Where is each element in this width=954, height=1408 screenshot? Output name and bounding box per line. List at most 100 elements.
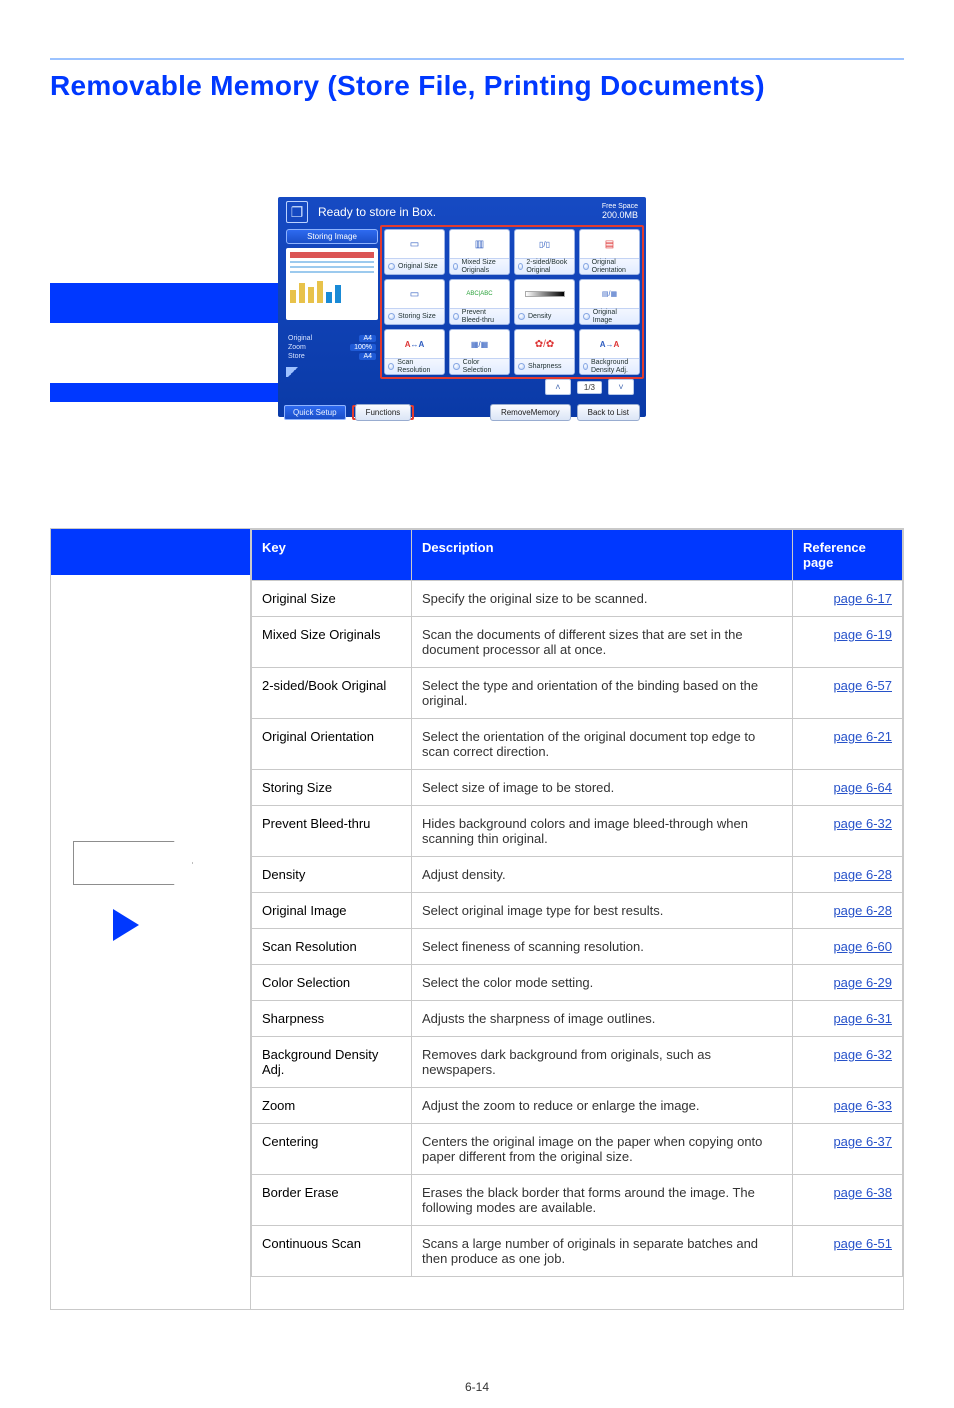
cell-page: page 6-60 [793,929,903,965]
tile-storing-size[interactable]: ▭Storing Size [384,279,445,325]
page-corner-icon [286,367,300,377]
usb-shape-icon [73,841,193,885]
cell-page: page 6-17 [793,581,903,617]
tile-mixed-size[interactable]: ▥Mixed Size Originals [449,229,510,275]
page-number: 6-14 [0,1380,954,1394]
cell-key: Original Size [252,581,412,617]
table-row: 2-sided/Book OriginalSelect the type and… [252,668,903,719]
cell-desc: Adjusts the sharpness of image outlines. [412,1001,793,1037]
cell-key: Zoom [252,1088,412,1124]
cell-key: Border Erase [252,1175,412,1226]
table-row: SharpnessAdjusts the sharpness of image … [252,1001,903,1037]
back-to-list-button[interactable]: Back to List [577,404,640,421]
arrow-right-icon [113,909,139,941]
th-desc: Description [412,530,793,581]
page-indicator: 1/3 [577,381,602,394]
tile-original-image[interactable]: ▤/▦Original Image [579,279,640,325]
cell-desc: Specify the original size to be scanned. [412,581,793,617]
tile-2sided-book[interactable]: ▯/▯2-sided/Book Original [514,229,575,275]
cell-page: page 6-28 [793,893,903,929]
callout-rectangle-top [50,283,278,323]
page-link[interactable]: page 6-57 [833,678,892,693]
cell-page: page 6-21 [793,719,903,770]
cell-page: page 6-19 [793,617,903,668]
tile-sharpness[interactable]: ✿/✿Sharpness [514,329,575,375]
cell-page: page 6-29 [793,965,903,1001]
cell-page: page 6-32 [793,806,903,857]
page-link[interactable]: page 6-60 [833,939,892,954]
storing-image-tab[interactable]: Storing Image [286,229,378,244]
cell-page: page 6-33 [793,1088,903,1124]
tile-density[interactable]: Density [514,279,575,325]
tile-orientation[interactable]: ▤Original Orientation [579,229,640,275]
tile-color-sel[interactable]: ▦/▦Color Selection [449,329,510,375]
tile-prevent-bleed[interactable]: ABC|ABCPrevent Bleed-thru [449,279,510,325]
cell-key: Original Orientation [252,719,412,770]
cell-key: Centering [252,1124,412,1175]
cell-key: Color Selection [252,965,412,1001]
page-up-button[interactable]: ˄ [545,379,571,395]
page-down-button[interactable]: ˅ [608,379,634,395]
panel-title: Ready to store in Box. [318,205,436,219]
cell-key: Scan Resolution [252,929,412,965]
page-link[interactable]: page 6-32 [833,816,892,831]
functions-button[interactable]: Functions [355,404,412,421]
cell-desc: Removes dark background from originals, … [412,1037,793,1088]
free-space-value: 200.0MB [602,210,638,220]
cell-page: page 6-38 [793,1175,903,1226]
table-row: DensityAdjust density. page 6-28 [252,857,903,893]
page-link[interactable]: page 6-19 [833,627,892,642]
tile-bg-density[interactable]: A→ABackground Density Adj. [579,329,640,375]
page-link[interactable]: page 6-37 [833,1134,892,1149]
cell-desc: Centers the original image on the paper … [412,1124,793,1175]
page-link[interactable]: page 6-21 [833,729,892,744]
page-link[interactable]: page 6-51 [833,1236,892,1251]
cell-desc: Select size of image to be stored. [412,770,793,806]
page-link[interactable]: page 6-32 [833,1047,892,1062]
page-link[interactable]: page 6-64 [833,780,892,795]
table-row: Prevent Bleed-thruHides background color… [252,806,903,857]
left-column [50,528,250,1310]
device-panel: ❐ Ready to store in Box. Free Space 200.… [278,197,646,417]
page-link[interactable]: page 6-28 [833,867,892,882]
cell-key: Storing Size [252,770,412,806]
remove-memory-button[interactable]: RemoveMemory [490,404,571,421]
cell-key: Density [252,857,412,893]
page-link[interactable]: page 6-29 [833,975,892,990]
cell-key: Prevent Bleed-thru [252,806,412,857]
box-icon: ❐ [286,201,308,223]
cell-key: Sharpness [252,1001,412,1037]
summary-values: OriginalA4 Zoom100% StoreA4 [286,334,378,361]
table-row: Storing SizeSelect size of image to be s… [252,770,903,806]
tile-original-size[interactable]: ▭Original Size [384,229,445,275]
page-link[interactable]: page 6-17 [833,591,892,606]
cell-page: page 6-28 [793,857,903,893]
cell-key: Original Image [252,893,412,929]
table-row: Border EraseErases the black border that… [252,1175,903,1226]
options-grid: ▭Original Size ▥Mixed Size Originals ▯/▯… [384,229,640,375]
table-row: Continuous ScanScans a large number of o… [252,1226,903,1277]
cell-key: Background Density Adj. [252,1037,412,1088]
page-link[interactable]: page 6-31 [833,1011,892,1026]
callout-rectangle-bottom [50,383,278,402]
cell-desc: Adjust density. [412,857,793,893]
tile-scan-res[interactable]: A↔AScan Resolution [384,329,445,375]
table-row: Original ImageSelect original image type… [252,893,903,929]
cell-page: page 6-51 [793,1226,903,1277]
quick-setup-tab[interactable]: Quick Setup [284,405,346,420]
cell-key: 2-sided/Book Original [252,668,412,719]
cell-page: page 6-57 [793,668,903,719]
cell-desc: Adjust the zoom to reduce or enlarge the… [412,1088,793,1124]
cell-desc: Select the type and orientation of the b… [412,668,793,719]
page-link[interactable]: page 6-38 [833,1185,892,1200]
table-row: CenteringCenters the original image on t… [252,1124,903,1175]
cell-page: page 6-32 [793,1037,903,1088]
table-row: Background Density Adj.Removes dark back… [252,1037,903,1088]
page-link[interactable]: page 6-33 [833,1098,892,1113]
cell-key: Mixed Size Originals [252,617,412,668]
page-link[interactable]: page 6-28 [833,903,892,918]
th-page: Reference page [793,530,903,581]
cell-desc: Hides background colors and image bleed-… [412,806,793,857]
page-title: Removable Memory (Store File, Printing D… [50,70,904,102]
th-key: Key [252,530,412,581]
